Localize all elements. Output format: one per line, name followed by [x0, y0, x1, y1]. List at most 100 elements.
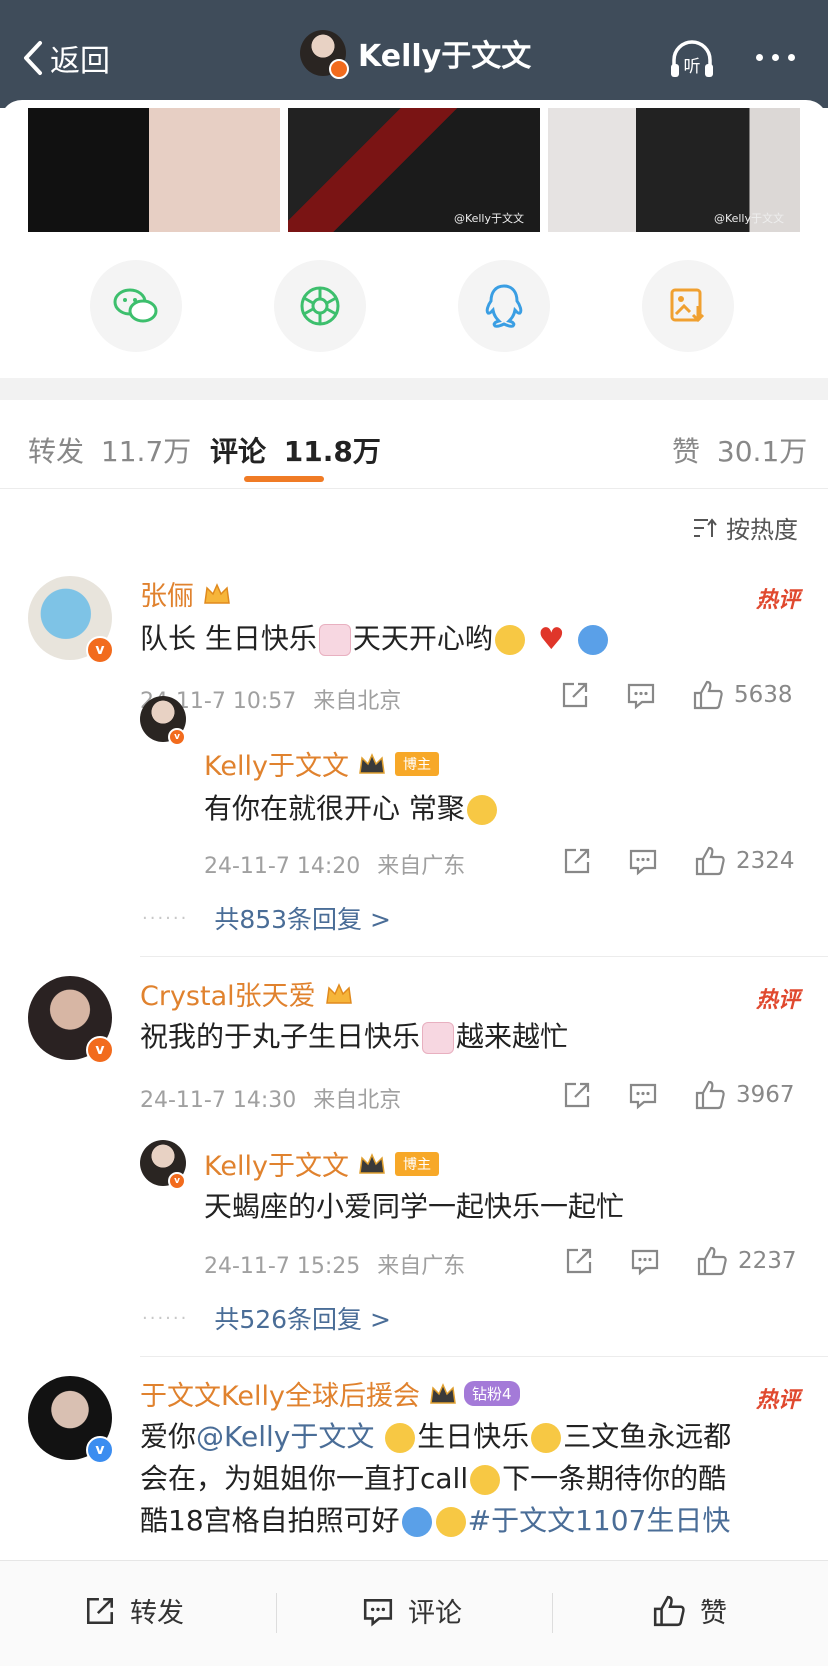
comment-location: 来自北京: [313, 689, 402, 714]
comment-icon: [627, 683, 655, 710]
photo-2[interactable]: @Kelly于文文: [288, 108, 540, 232]
reply-actions: 2324: [562, 846, 795, 876]
hug-emoji-icon: [577, 625, 608, 655]
comment-username[interactable]: 张俪: [140, 574, 232, 613]
comment-text-part: 越来越忙: [456, 1020, 569, 1053]
laugh-cry-emoji-icon: [466, 795, 497, 825]
reply-username[interactable]: Kelly于文文 博主: [204, 1144, 439, 1183]
thumbs-up-icon: [693, 680, 723, 710]
sort-label: 按热度: [726, 516, 798, 544]
share-wechat-button[interactable]: [90, 260, 182, 352]
comment-text-part: 天天开心哟: [352, 622, 493, 655]
tab-like[interactable]: 赞 30.1万: [672, 430, 807, 470]
reply-button[interactable]: [628, 1080, 658, 1110]
photo-3[interactable]: @Kelly于文文: [548, 108, 800, 232]
tab-repost[interactable]: 转发 11.7万: [28, 430, 191, 470]
comment-text-part: 生日快乐: [417, 1420, 530, 1453]
photo-1[interactable]: [28, 108, 280, 232]
comment-time: 24-11-7 14:30: [140, 1088, 297, 1113]
blush-emoji-icon: [470, 1465, 501, 1495]
reply-button[interactable]: [626, 680, 656, 710]
thumbs-up-icon: [697, 1246, 727, 1276]
reply-time: 24-11-7 14:20: [204, 854, 361, 879]
comment-text-part: 会在，为姐姐你一直打call: [140, 1462, 469, 1495]
back-label: 返回: [50, 44, 110, 79]
thumbs-up-icon: [653, 1595, 685, 1626]
share-qq-button[interactable]: [458, 260, 550, 352]
tab-repost-count: 11.7万: [100, 435, 192, 468]
top-bar: 返回 Kelly于文文 听: [0, 0, 828, 108]
crown-icon: [359, 1152, 385, 1174]
share-icon: [564, 848, 590, 874]
repost-button[interactable]: 转发: [84, 1591, 184, 1630]
page-title[interactable]: Kelly于文文: [300, 30, 531, 79]
reply-location: 来自广东: [377, 1254, 466, 1279]
reply-username[interactable]: Kelly于文文 博主: [204, 744, 439, 783]
reply-button[interactable]: [630, 1246, 660, 1276]
comment-location: 来自北京: [313, 1088, 402, 1113]
tab-repost-label: 转发: [28, 435, 85, 468]
username-text: 张俪: [140, 581, 194, 612]
reply-text-part: 有你在就很开心 常聚: [204, 792, 465, 825]
dots-icon: ······: [142, 907, 189, 929]
crown-icon: [359, 752, 385, 774]
share-button[interactable]: [562, 846, 592, 876]
tab-like-count: 30.1万: [716, 435, 808, 468]
hashtag-link[interactable]: #于文文1107生日快: [468, 1504, 731, 1537]
like-button[interactable]: 3967: [694, 1080, 795, 1110]
share-button[interactable]: [562, 1080, 592, 1110]
comment-actions: 5638: [560, 680, 793, 710]
share-icon: [566, 1248, 592, 1274]
sort-button[interactable]: 按热度: [692, 510, 798, 545]
headphones-icon: 听: [671, 40, 713, 77]
more-dot: [756, 54, 763, 61]
section-gap: [0, 378, 828, 400]
comment-line: 酷18宫格自拍照可好 #于文文1107生日快: [140, 1500, 790, 1542]
tab-comment[interactable]: 评论 11.8万: [210, 430, 381, 470]
reply-actions: 2237: [564, 1246, 797, 1276]
more-button[interactable]: [756, 54, 795, 61]
comment-username[interactable]: Crystal张天爱: [140, 974, 354, 1013]
comment-text-part: 三文鱼永远都: [563, 1420, 732, 1453]
watermark: @Kelly于文文: [713, 212, 784, 225]
like-button[interactable]: 赞: [652, 1591, 727, 1630]
verified-icon: v: [168, 1172, 186, 1190]
comment-button[interactable]: 评论: [362, 1591, 462, 1630]
verified-icon: v: [86, 636, 114, 664]
like-button[interactable]: 2237: [696, 1246, 797, 1276]
share-button[interactable]: [560, 680, 590, 710]
reply-button[interactable]: [628, 846, 658, 876]
share-icon: [562, 682, 588, 708]
comment-line: 会在，为姐姐你一直打call 下一条期待你的酷: [140, 1458, 790, 1500]
more-replies-label: 共853条回复 >: [214, 905, 391, 934]
qq-icon: [485, 284, 523, 328]
heart-emoji-icon: ♥: [537, 622, 565, 657]
like-count: 2237: [738, 1248, 797, 1274]
like-button[interactable]: 5638: [692, 680, 793, 710]
save-image-button[interactable]: [642, 260, 734, 352]
listen-label: 听: [684, 57, 701, 77]
crown-icon: [204, 582, 230, 604]
dots-icon: ······: [142, 1307, 189, 1329]
share-moments-button[interactable]: [274, 260, 366, 352]
mention-link[interactable]: @Kelly于文文: [196, 1420, 374, 1453]
author-badge: 博主: [394, 751, 439, 776]
username-text: Kelly于文文: [204, 751, 349, 782]
comment-username[interactable]: 于文文Kelly全球后援会 钻粉4: [140, 1374, 520, 1413]
reply-text: 天蝎座的小爱同学一起快乐一起忙: [204, 1190, 625, 1223]
save-image-icon: [670, 288, 705, 323]
comment-text: 队长 生日快乐 天天开心哟 ♥: [140, 618, 610, 661]
reply-meta: 24-11-7 14:20 来自广东: [204, 848, 465, 880]
back-button[interactable]: 返回: [22, 36, 110, 80]
username-text: 于文文Kelly全球后援会: [140, 1381, 420, 1412]
listen-button[interactable]: 听: [668, 40, 716, 84]
comment-divider: [140, 956, 828, 957]
tab-like-label: 赞: [672, 435, 701, 468]
comment-text-part: 下一条期待你的酷: [502, 1462, 727, 1495]
more-replies-link[interactable]: ······ 共526条回复 >: [142, 1300, 391, 1336]
more-replies-link[interactable]: ······ 共853条回复 >: [142, 900, 391, 936]
comment-label: 评论: [408, 1598, 462, 1629]
share-button[interactable]: [564, 1246, 594, 1276]
verified-icon: v: [168, 728, 186, 746]
like-button[interactable]: 2324: [694, 846, 795, 876]
